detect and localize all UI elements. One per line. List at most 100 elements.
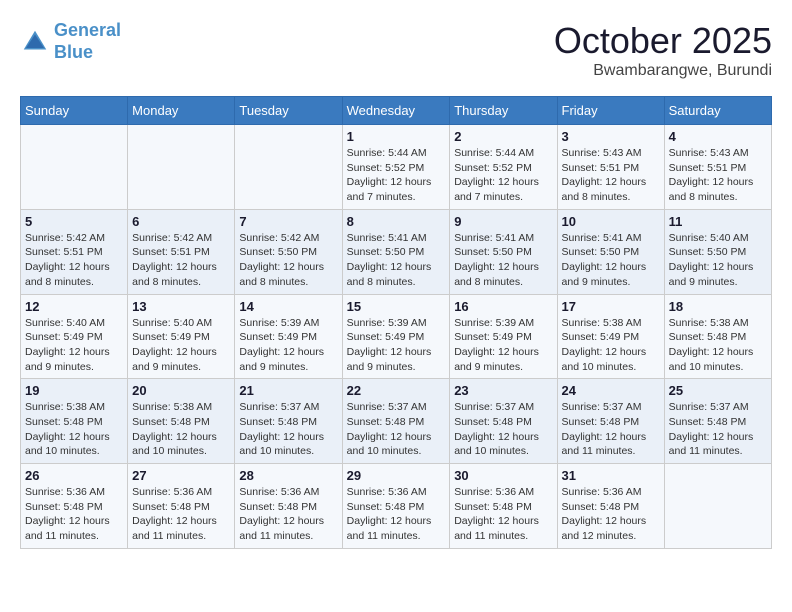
day-number: 11 [669,214,767,229]
calendar-cell: 2 Sunrise: 5:44 AM Sunset: 5:52 PM Daylig… [450,125,557,210]
day-info: Sunrise: 5:37 AM Sunset: 5:48 PM Dayligh… [347,400,446,459]
day-info: Sunrise: 5:37 AM Sunset: 5:48 PM Dayligh… [239,400,337,459]
month-title: October 2025 [554,20,772,62]
calendar-cell: 4Sunrise: 5:43 AM Sunset: 5:51 PM Daylig… [664,125,771,210]
weekday-header: Saturday [664,97,771,125]
day-info: Sunrise: 5:38 AM Sunset: 5:48 PM Dayligh… [132,400,230,459]
day-number: 28 [239,468,337,483]
calendar-body: 1 Sunrise: 5:44 AM Sunset: 5:52 PM Daylig… [21,125,772,549]
day-info: Sunrise: 5:42 AM Sunset: 5:51 PM Dayligh… [132,231,230,290]
logo: General Blue [20,20,121,63]
calendar-cell: 14Sunrise: 5:39 AM Sunset: 5:49 PM Dayli… [235,294,342,379]
day-info: Sunrise: 5:42 AM Sunset: 5:51 PM Dayligh… [25,231,123,290]
day-info: Sunrise: 5:38 AM Sunset: 5:48 PM Dayligh… [25,400,123,459]
page-header: General Blue October 2025 Bwambarangwe, … [20,20,772,80]
day-info: Sunrise: 5:37 AM Sunset: 5:48 PM Dayligh… [562,400,660,459]
day-info: Sunrise: 5:42 AM Sunset: 5:50 PM Dayligh… [239,231,337,290]
calendar-cell: 31Sunrise: 5:36 AM Sunset: 5:48 PM Dayli… [557,464,664,549]
day-number: 6 [132,214,230,229]
day-number: 29 [347,468,446,483]
day-info: Sunrise: 5:36 AM Sunset: 5:48 PM Dayligh… [347,485,446,544]
day-number: 2 [454,129,552,144]
day-info: Sunrise: 5:44 AM Sunset: 5:52 PM Dayligh… [454,146,552,205]
day-info: Sunrise: 5:40 AM Sunset: 5:49 PM Dayligh… [25,316,123,375]
day-info: Sunrise: 5:39 AM Sunset: 5:49 PM Dayligh… [239,316,337,375]
day-number: 8 [347,214,446,229]
calendar-cell [128,125,235,210]
day-number: 7 [239,214,337,229]
calendar-cell: 16 Sunrise: 5:39 AM Sunset: 5:49 PM Dayli… [450,294,557,379]
day-number: 24 [562,383,660,398]
weekday-header: Sunday [21,97,128,125]
calendar-cell: 7 Sunrise: 5:42 AM Sunset: 5:50 PM Daylig… [235,209,342,294]
calendar-cell: 13 Sunrise: 5:40 AM Sunset: 5:49 PM Dayli… [128,294,235,379]
calendar-header: SundayMondayTuesdayWednesdayThursdayFrid… [21,97,772,125]
calendar-cell: 11 Sunrise: 5:40 AM Sunset: 5:50 PM Dayli… [664,209,771,294]
day-number: 21 [239,383,337,398]
calendar-cell: 1 Sunrise: 5:44 AM Sunset: 5:52 PM Daylig… [342,125,450,210]
calendar-cell: 12 Sunrise: 5:40 AM Sunset: 5:49 PM Dayli… [21,294,128,379]
day-number: 19 [25,383,123,398]
calendar-cell: 10Sunrise: 5:41 AM Sunset: 5:50 PM Dayli… [557,209,664,294]
day-info: Sunrise: 5:40 AM Sunset: 5:49 PM Dayligh… [132,316,230,375]
day-info: Sunrise: 5:37 AM Sunset: 5:48 PM Dayligh… [669,400,767,459]
day-info: Sunrise: 5:41 AM Sunset: 5:50 PM Dayligh… [454,231,552,290]
calendar-week-row: 5 Sunrise: 5:42 AM Sunset: 5:51 PM Daylig… [21,209,772,294]
calendar-cell [235,125,342,210]
calendar-cell: 9Sunrise: 5:41 AM Sunset: 5:50 PM Daylig… [450,209,557,294]
weekday-header-row: SundayMondayTuesdayWednesdayThursdayFrid… [21,97,772,125]
day-info: Sunrise: 5:40 AM Sunset: 5:50 PM Dayligh… [669,231,767,290]
weekday-header: Wednesday [342,97,450,125]
calendar-cell: 3 Sunrise: 5:43 AM Sunset: 5:51 PM Daylig… [557,125,664,210]
calendar-cell: 21 Sunrise: 5:37 AM Sunset: 5:48 PM Dayli… [235,379,342,464]
day-info: Sunrise: 5:38 AM Sunset: 5:49 PM Dayligh… [562,316,660,375]
day-info: Sunrise: 5:36 AM Sunset: 5:48 PM Dayligh… [239,485,337,544]
calendar-week-row: 1 Sunrise: 5:44 AM Sunset: 5:52 PM Daylig… [21,125,772,210]
calendar-cell: 30Sunrise: 5:36 AM Sunset: 5:48 PM Dayli… [450,464,557,549]
day-info: Sunrise: 5:39 AM Sunset: 5:49 PM Dayligh… [347,316,446,375]
calendar-cell: 23Sunrise: 5:37 AM Sunset: 5:48 PM Dayli… [450,379,557,464]
day-info: Sunrise: 5:43 AM Sunset: 5:51 PM Dayligh… [562,146,660,205]
day-info: Sunrise: 5:36 AM Sunset: 5:48 PM Dayligh… [25,485,123,544]
weekday-header: Friday [557,97,664,125]
day-number: 16 [454,299,552,314]
calendar-cell: 6 Sunrise: 5:42 AM Sunset: 5:51 PM Daylig… [128,209,235,294]
day-number: 1 [347,129,446,144]
day-number: 26 [25,468,123,483]
calendar-cell: 25 Sunrise: 5:37 AM Sunset: 5:48 PM Dayli… [664,379,771,464]
day-number: 25 [669,383,767,398]
title-block: October 2025 Bwambarangwe, Burundi [554,20,772,80]
logo-icon [20,27,50,57]
calendar-cell [664,464,771,549]
day-number: 4 [669,129,767,144]
day-info: Sunrise: 5:44 AM Sunset: 5:52 PM Dayligh… [347,146,446,205]
calendar-cell: 27 Sunrise: 5:36 AM Sunset: 5:48 PM Dayli… [128,464,235,549]
day-info: Sunrise: 5:41 AM Sunset: 5:50 PM Dayligh… [347,231,446,290]
day-number: 20 [132,383,230,398]
calendar-cell: 24 Sunrise: 5:37 AM Sunset: 5:48 PM Dayli… [557,379,664,464]
day-number: 5 [25,214,123,229]
calendar-cell: 15 Sunrise: 5:39 AM Sunset: 5:49 PM Dayli… [342,294,450,379]
day-number: 15 [347,299,446,314]
calendar-cell: 20 Sunrise: 5:38 AM Sunset: 5:48 PM Dayli… [128,379,235,464]
day-number: 3 [562,129,660,144]
day-number: 13 [132,299,230,314]
weekday-header: Monday [128,97,235,125]
day-info: Sunrise: 5:36 AM Sunset: 5:48 PM Dayligh… [562,485,660,544]
calendar-cell: 29 Sunrise: 5:36 AM Sunset: 5:48 PM Dayli… [342,464,450,549]
day-number: 22 [347,383,446,398]
day-info: Sunrise: 5:36 AM Sunset: 5:48 PM Dayligh… [132,485,230,544]
calendar-week-row: 12 Sunrise: 5:40 AM Sunset: 5:49 PM Dayli… [21,294,772,379]
day-number: 10 [562,214,660,229]
day-number: 23 [454,383,552,398]
day-number: 12 [25,299,123,314]
logo-text: General Blue [54,20,121,63]
calendar-cell [21,125,128,210]
calendar-week-row: 26 Sunrise: 5:36 AM Sunset: 5:48 PM Dayli… [21,464,772,549]
calendar-cell: 5 Sunrise: 5:42 AM Sunset: 5:51 PM Daylig… [21,209,128,294]
calendar-week-row: 19 Sunrise: 5:38 AM Sunset: 5:48 PM Dayli… [21,379,772,464]
day-number: 27 [132,468,230,483]
day-info: Sunrise: 5:39 AM Sunset: 5:49 PM Dayligh… [454,316,552,375]
weekday-header: Thursday [450,97,557,125]
day-number: 18 [669,299,767,314]
